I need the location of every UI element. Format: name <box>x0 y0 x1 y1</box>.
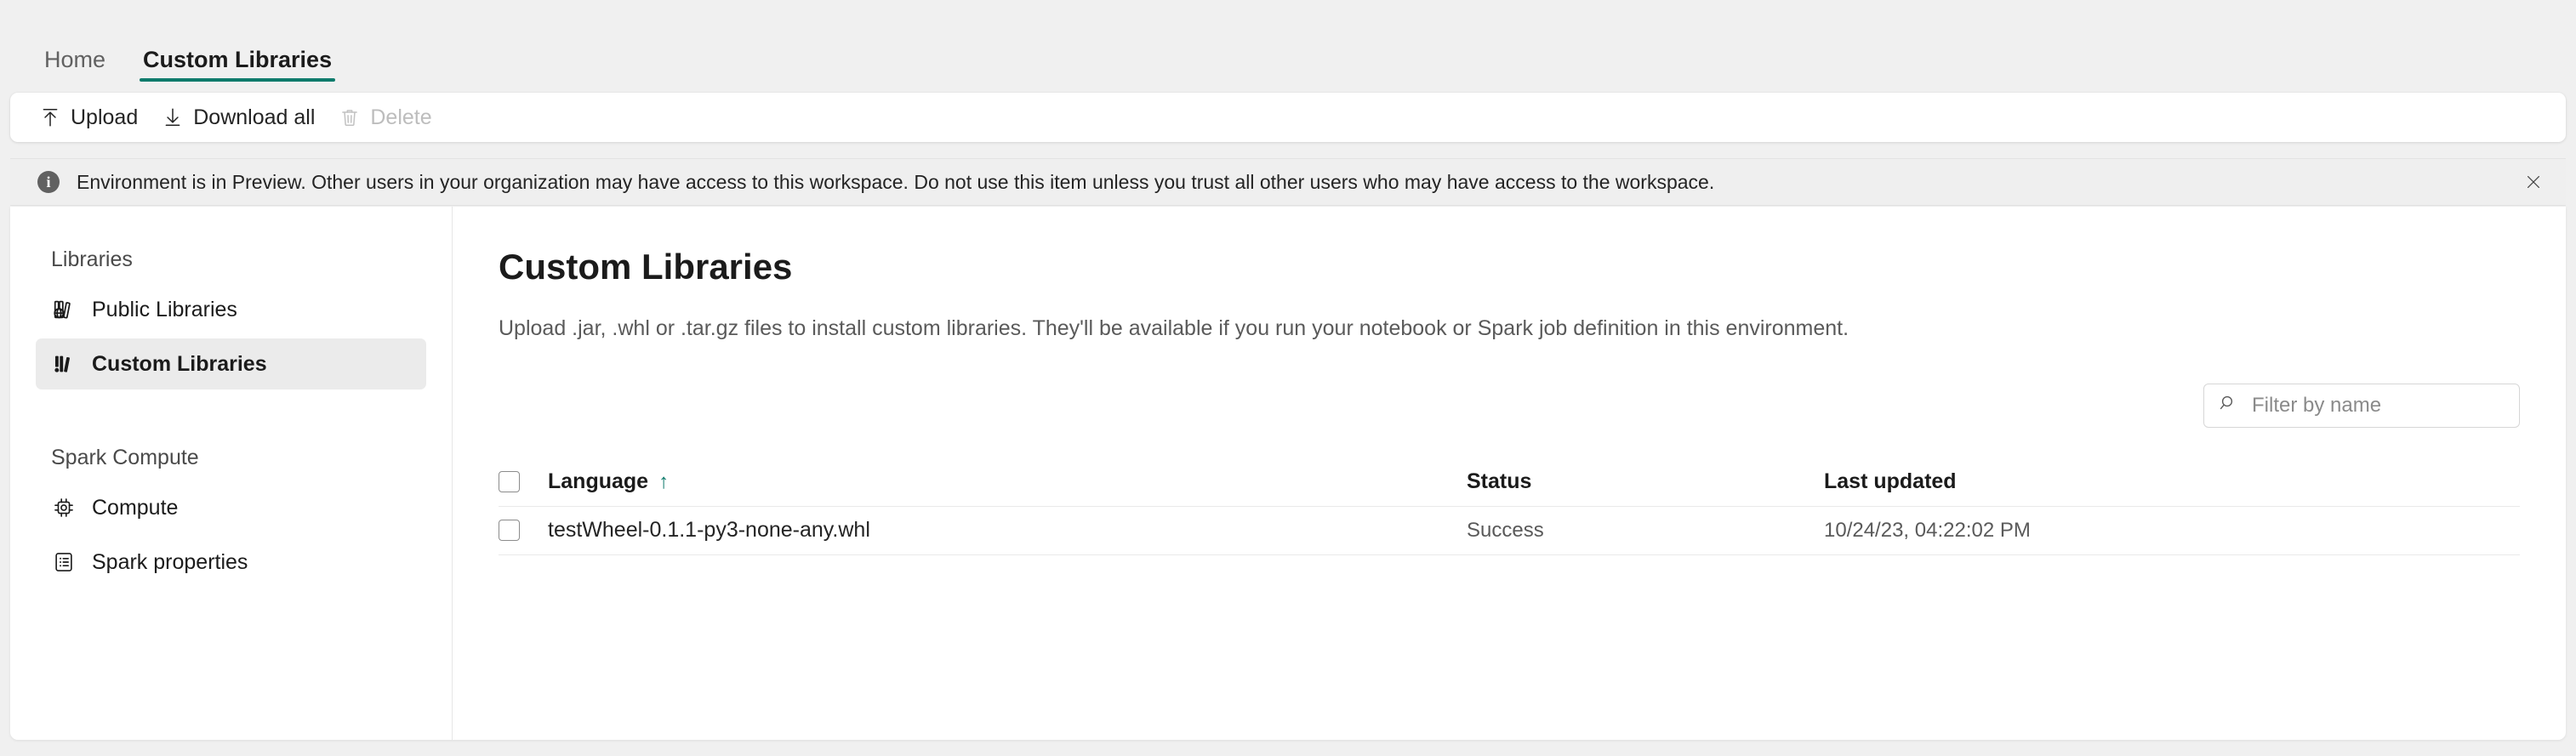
info-icon: i <box>37 171 60 193</box>
tab-custom-libraries[interactable]: Custom Libraries <box>124 48 350 85</box>
column-header-language-label: Language <box>548 469 649 494</box>
select-all-cell <box>499 471 548 493</box>
content-panel: Libraries Public Libraries Custom Librar… <box>10 207 2566 740</box>
column-header-last-updated[interactable]: Last updated <box>1824 469 2520 494</box>
upload-button-label: Upload <box>71 105 139 129</box>
sidebar-group-spark-compute-title: Spark Compute <box>51 446 199 469</box>
tab-home[interactable]: Home <box>26 48 124 85</box>
column-header-status[interactable]: Status <box>1467 469 1824 494</box>
delete-button: Delete <box>327 99 443 135</box>
sidebar-item-label: Custom Libraries <box>92 351 267 376</box>
row-checkbox[interactable] <box>499 520 520 542</box>
libraries-table: Language ↑ Status Last updated testWheel… <box>499 458 2520 555</box>
page-description: Upload .jar, .whl or .tar.gz files to in… <box>499 316 1849 341</box>
sidebar-nav: Libraries Public Libraries Custom Librar… <box>10 207 453 740</box>
filter-searchbox[interactable] <box>2203 383 2520 428</box>
public-libraries-icon <box>51 297 77 322</box>
sidebar-item-label: Compute <box>92 495 179 520</box>
chip-icon <box>51 495 77 520</box>
download-icon <box>162 106 184 128</box>
select-all-checkbox[interactable] <box>499 471 520 493</box>
sort-ascending-icon: ↑ <box>658 469 670 493</box>
table-row[interactable]: testWheel-0.1.1-py3-none-any.whl Success… <box>499 507 2520 555</box>
trash-icon <box>339 106 361 128</box>
cell-status: Success <box>1467 518 1544 542</box>
search-input[interactable] <box>2250 392 2505 418</box>
search-icon <box>2218 393 2238 418</box>
page-title: Custom Libraries <box>499 247 793 287</box>
download-all-button-label: Download all <box>193 105 316 129</box>
row-select-cell <box>499 520 548 542</box>
table-header-row: Language ↑ Status Last updated <box>499 458 2520 507</box>
download-all-button[interactable]: Download all <box>150 99 327 135</box>
filter-row <box>499 383 2520 428</box>
delete-button-label: Delete <box>370 105 432 129</box>
sidebar-group-libraries-title: Libraries <box>51 247 133 271</box>
list-icon <box>51 549 77 575</box>
banner-message: Environment is in Preview. Other users i… <box>77 170 1715 193</box>
cell-last-updated: 10/24/23, 04:22:02 PM <box>1824 518 2031 542</box>
column-header-language[interactable]: Language ↑ <box>548 469 1467 494</box>
sidebar-item-compute[interactable]: Compute <box>36 482 426 533</box>
sidebar-item-label: Spark properties <box>92 549 248 574</box>
sidebar-item-public-libraries[interactable]: Public Libraries <box>36 284 426 335</box>
upload-button[interactable]: Upload <box>27 99 150 135</box>
close-icon[interactable] <box>2516 165 2550 199</box>
command-toolbar: Upload Download all Delete <box>10 93 2566 142</box>
breadcrumb-tabstrip: Home Custom Libraries <box>0 0 2576 85</box>
sidebar-item-label: Public Libraries <box>92 297 237 321</box>
upload-icon <box>39 106 61 128</box>
custom-libraries-icon <box>51 351 77 377</box>
sidebar-item-spark-properties[interactable]: Spark properties <box>36 537 426 588</box>
preview-info-banner: i Environment is in Preview. Other users… <box>10 158 2566 206</box>
cell-library-name: testWheel-0.1.1-py3-none-any.whl <box>548 518 870 543</box>
sidebar-item-custom-libraries[interactable]: Custom Libraries <box>36 338 426 389</box>
main-content: Custom Libraries Upload .jar, .whl or .t… <box>453 207 2566 740</box>
